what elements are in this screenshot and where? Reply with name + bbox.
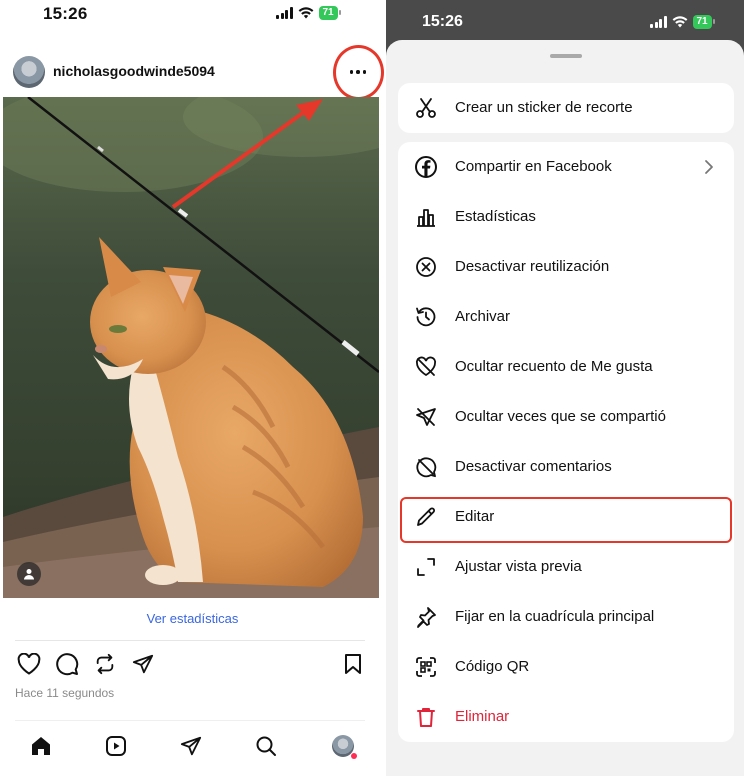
status-bar: 15:26 71 xyxy=(0,0,385,30)
chevron-right-icon xyxy=(705,160,713,174)
battery-indicator: 71 xyxy=(318,6,341,20)
menu-item-disable-comments[interactable]: Desactivar comentarios xyxy=(398,442,734,492)
view-insights-link[interactable]: Ver estadísticas xyxy=(0,611,385,626)
menu-item-archive[interactable]: Archivar xyxy=(398,292,734,342)
heart-icon xyxy=(17,653,41,675)
bottom-navigation xyxy=(0,728,385,768)
comment-icon xyxy=(56,653,79,676)
menu-item-hide-likes[interactable]: Ocultar recuento de Me gusta xyxy=(398,342,734,392)
signal-icon xyxy=(276,7,293,19)
status-time: 15:26 xyxy=(422,13,463,30)
trash-icon xyxy=(414,705,438,729)
menu-item-label: Fijar en la cuadrícula principal xyxy=(455,608,655,625)
pin-icon xyxy=(414,605,438,629)
nav-search[interactable] xyxy=(252,732,280,760)
search-icon xyxy=(256,736,276,756)
wifi-icon xyxy=(672,16,687,28)
menu-item-adjust-preview[interactable]: Ajustar vista previa xyxy=(398,542,734,592)
post-actions xyxy=(15,650,365,678)
menu-item-label: Desactivar reutilización xyxy=(455,258,610,275)
scissors-icon xyxy=(414,96,438,120)
menu-item-label: Código QR xyxy=(455,658,530,675)
facebook-icon xyxy=(414,155,438,179)
menu-item-qr-code[interactable]: Código QR xyxy=(398,642,734,692)
battery-indicator: 71 xyxy=(692,15,715,29)
annotation-circle xyxy=(333,45,384,100)
repost-icon xyxy=(96,653,114,675)
post-username[interactable]: nicholasgoodwinde5094 xyxy=(53,63,215,79)
menu-group-top: Crear un sticker de recorte xyxy=(398,83,734,133)
avatar xyxy=(332,735,357,759)
bookmark-icon xyxy=(345,654,361,674)
options-screen: 15:26 71 Crear un sticker de recorte Com… xyxy=(386,0,744,776)
avatar[interactable] xyxy=(13,56,45,88)
comment-slash-icon xyxy=(414,455,438,479)
cat-photo xyxy=(3,97,379,598)
qr-code-icon xyxy=(414,655,438,679)
divider xyxy=(15,720,365,721)
menu-item-statistics[interactable]: Estadísticas xyxy=(398,192,734,242)
options-sheet: Crear un sticker de recorte Compartir en… xyxy=(386,40,744,776)
signal-icon xyxy=(650,16,667,28)
menu-item-label: Ajustar vista previa xyxy=(455,558,582,575)
menu-item-label: Ocultar recuento de Me gusta xyxy=(455,358,653,375)
bar-chart-icon xyxy=(414,205,438,229)
home-icon xyxy=(32,737,50,755)
menu-group-main: Compartir en Facebook Estadísticas Desac… xyxy=(398,142,734,742)
menu-item-disable-remix[interactable]: Desactivar reutilización xyxy=(398,242,734,292)
menu-item-label: Compartir en Facebook xyxy=(455,158,612,175)
menu-item-label: Estadísticas xyxy=(455,208,536,225)
annotation-highlight-edit xyxy=(400,497,732,543)
nav-messages[interactable] xyxy=(177,732,205,760)
wifi-icon xyxy=(298,7,313,19)
menu-item-hide-shares[interactable]: Ocultar veces que se compartió xyxy=(398,392,734,442)
crop-icon xyxy=(414,555,438,579)
menu-item-label: Eliminar xyxy=(455,708,510,725)
save-button[interactable] xyxy=(339,650,367,678)
nav-home[interactable] xyxy=(27,732,55,760)
post-screen: 15:26 71 nicholasgoodwinde5094 Ver estad… xyxy=(0,0,385,776)
sheet-grabber[interactable] xyxy=(550,54,582,58)
x-circle-icon xyxy=(414,255,438,279)
notification-dot xyxy=(351,753,357,759)
send-icon xyxy=(132,654,154,674)
status-time: 15:26 xyxy=(43,4,88,23)
post-timestamp: Hace 11 segundos xyxy=(15,686,115,700)
send-slash-icon xyxy=(414,405,438,429)
post-header: nicholasgoodwinde5094 xyxy=(0,50,385,94)
like-button[interactable] xyxy=(15,650,43,678)
menu-item-label: Crear un sticker de recorte xyxy=(455,99,633,116)
menu-item-label: Ocultar veces que se compartió xyxy=(455,408,666,425)
comment-button[interactable] xyxy=(53,650,81,678)
status-icons: 71 xyxy=(650,15,715,29)
menu-item-pin-grid[interactable]: Fijar en la cuadrícula principal xyxy=(398,592,734,642)
reels-icon xyxy=(106,736,126,756)
person-icon xyxy=(24,569,34,580)
nav-reels[interactable] xyxy=(102,732,130,760)
share-button[interactable] xyxy=(129,650,157,678)
menu-item-label: Archivar xyxy=(455,308,511,325)
archive-history-icon xyxy=(414,305,438,329)
divider xyxy=(15,640,365,641)
heart-slash-icon xyxy=(414,355,438,379)
menu-item-create-sticker[interactable]: Crear un sticker de recorte xyxy=(398,83,734,133)
nav-profile[interactable] xyxy=(329,732,357,760)
menu-item-delete[interactable]: Eliminar xyxy=(398,692,734,742)
repost-button[interactable] xyxy=(91,650,119,678)
menu-item-label: Desactivar comentarios xyxy=(455,458,612,475)
send-icon xyxy=(180,736,202,756)
menu-item-share-facebook[interactable]: Compartir en Facebook xyxy=(398,142,734,192)
tagged-people-button[interactable] xyxy=(17,562,41,586)
post-image[interactable] xyxy=(3,97,379,598)
